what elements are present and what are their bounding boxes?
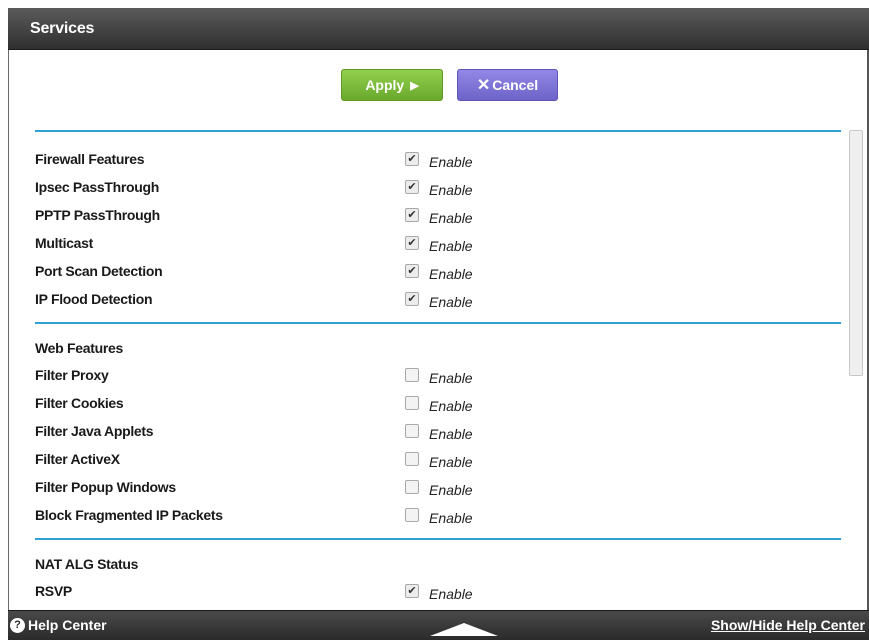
setting-row-filter-proxy: Filter Proxy Enable xyxy=(35,364,841,388)
enable-label: Enable xyxy=(429,294,473,310)
enable-label: Enable xyxy=(429,182,473,198)
setting-row-filter-cookies: Filter Cookies Enable xyxy=(35,392,841,416)
setting-label: Filter Proxy xyxy=(35,367,109,383)
cancel-button[interactable]: ✕ Cancel xyxy=(457,69,558,101)
setting-row-filter-popup-windows: Filter Popup Windows Enable xyxy=(35,476,841,500)
setting-label: Ipsec PassThrough xyxy=(35,179,160,195)
enable-checkbox[interactable] xyxy=(405,508,419,522)
cancel-label: Cancel xyxy=(492,77,539,93)
setting-label: PPTP PassThrough xyxy=(35,207,160,223)
enable-label: Enable xyxy=(429,154,473,170)
title-bar: Services xyxy=(8,8,869,50)
apply-button[interactable]: Apply ▶ xyxy=(341,69,443,101)
help-icon: ? xyxy=(10,617,25,633)
enable-checkbox[interactable] xyxy=(405,480,419,494)
enable-checkbox[interactable] xyxy=(405,424,419,438)
enable-label: Enable xyxy=(429,266,473,282)
enable-checkbox[interactable]: ✔ xyxy=(405,208,419,222)
enable-label: Enable xyxy=(429,482,473,498)
enable-label: Enable xyxy=(429,370,473,386)
scrollbar-thumb[interactable] xyxy=(849,130,863,376)
setting-row-block-fragmented-ip-packets: Block Fragmented IP Packets Enable xyxy=(35,504,841,528)
setting-row-filter-activex: Filter ActiveX Enable xyxy=(35,448,841,472)
settings-list: Firewall Features ✔ Enable Ipsec PassThr… xyxy=(35,116,841,610)
nat-alg-status-heading: NAT ALG Status xyxy=(35,556,139,572)
enable-checkbox[interactable] xyxy=(405,452,419,466)
setting-row-multicast: Multicast ✔ Enable xyxy=(35,232,841,256)
setting-label: Firewall Features xyxy=(35,151,145,167)
setting-row-ip-flood-detection: IP Flood Detection ✔ Enable xyxy=(35,288,841,312)
setting-row-filter-java-applets: Filter Java Applets Enable xyxy=(35,420,841,444)
setting-row-rsvp: RSVP ✔ Enable xyxy=(35,580,841,604)
close-icon: ✕ xyxy=(476,77,491,94)
setting-label: RSVP xyxy=(35,583,72,599)
section-divider xyxy=(35,130,841,132)
setting-label: IP Flood Detection xyxy=(35,291,153,307)
setting-label: Filter ActiveX xyxy=(35,451,120,467)
setting-row-ipsec-passthrough: Ipsec PassThrough ✔ Enable xyxy=(35,176,841,200)
enable-checkbox[interactable]: ✔ xyxy=(405,236,419,250)
apply-label: Apply xyxy=(365,77,405,93)
enable-label: Enable xyxy=(429,586,473,602)
setting-label: Multicast xyxy=(35,235,93,251)
setting-label: Filter Cookies xyxy=(35,395,124,411)
help-center-label: Help Center xyxy=(28,617,107,633)
setting-label: Port Scan Detection xyxy=(35,263,163,279)
play-arrow-icon: ▶ xyxy=(410,79,419,92)
enable-label: Enable xyxy=(429,510,473,526)
enable-checkbox[interactable]: ✔ xyxy=(405,292,419,306)
expand-arrow-icon[interactable] xyxy=(430,623,498,636)
help-footer: ? Help Center Show/Hide Help Center xyxy=(8,610,869,640)
web-features-heading: Web Features xyxy=(35,340,123,356)
setting-label: Block Fragmented IP Packets xyxy=(35,507,223,523)
show-hide-help-center-link[interactable]: Show/Hide Help Center xyxy=(711,617,865,633)
enable-checkbox[interactable]: ✔ xyxy=(405,152,419,166)
setting-row-port-scan-detection: Port Scan Detection ✔ Enable xyxy=(35,260,841,284)
setting-label: Filter Popup Windows xyxy=(35,479,176,495)
enable-label: Enable xyxy=(429,426,473,442)
services-panel: Apply ▶ ✕ Cancel Firewall Features ✔ Ena… xyxy=(8,50,869,610)
enable-checkbox[interactable] xyxy=(405,368,419,382)
page-title: Services xyxy=(30,20,95,37)
enable-label: Enable xyxy=(429,210,473,226)
setting-label: Filter Java Applets xyxy=(35,423,154,439)
enable-label: Enable xyxy=(429,454,473,470)
setting-row-pptp-passthrough: PPTP PassThrough ✔ Enable xyxy=(35,204,841,228)
services-window: Services Apply ▶ ✕ Cancel Firewall Featu… xyxy=(8,8,869,640)
enable-checkbox[interactable]: ✔ xyxy=(405,264,419,278)
enable-label: Enable xyxy=(429,238,473,254)
help-center-link[interactable]: ? Help Center xyxy=(10,617,107,633)
enable-label: Enable xyxy=(429,398,473,414)
section-divider xyxy=(35,538,841,540)
section-divider xyxy=(35,322,841,324)
vertical-scrollbar[interactable] xyxy=(847,122,865,610)
enable-checkbox[interactable]: ✔ xyxy=(405,584,419,598)
enable-checkbox[interactable] xyxy=(405,396,419,410)
enable-checkbox[interactable]: ✔ xyxy=(405,180,419,194)
setting-row-firewall-features: Firewall Features ✔ Enable xyxy=(35,148,841,172)
